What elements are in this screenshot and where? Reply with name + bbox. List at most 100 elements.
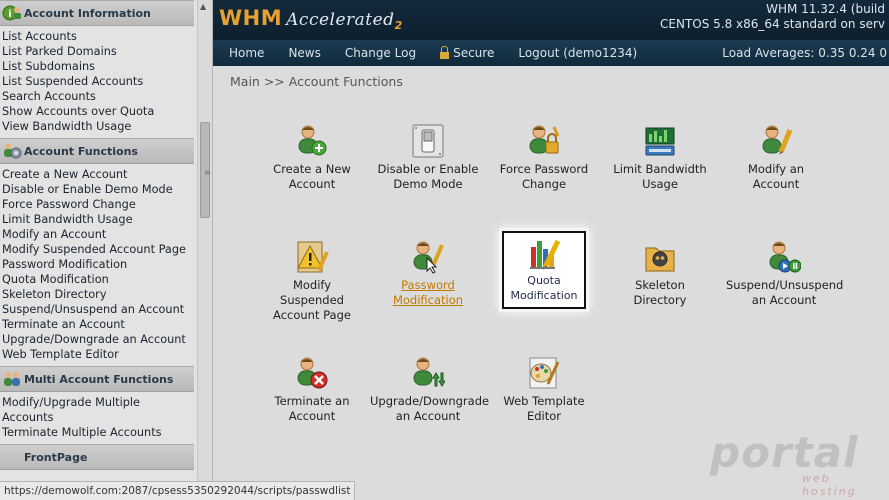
tile-create-account[interactable]: Create a New Account bbox=[254, 124, 370, 192]
tile-demo-mode[interactable]: Disable or Enable Demo Mode bbox=[370, 124, 486, 192]
user-add-icon bbox=[295, 124, 329, 158]
tile-line: Terminate an bbox=[274, 394, 350, 408]
link-web-template-editor[interactable]: Web Template Editor bbox=[2, 347, 212, 362]
user-pause-icon bbox=[767, 240, 802, 274]
tile-line: Create a New bbox=[273, 162, 351, 176]
link-password-modification[interactable]: Password Modification bbox=[2, 257, 212, 272]
section-header-frontpage[interactable]: FrontPage bbox=[0, 444, 194, 470]
link-create-account[interactable]: Create a New Account bbox=[2, 167, 212, 182]
link-terminate-multiple[interactable]: Terminate Multiple Accounts bbox=[2, 425, 212, 440]
link-force-password[interactable]: Force Password Change bbox=[2, 197, 212, 212]
section-header-account-functions[interactable]: Account Functions bbox=[0, 138, 194, 164]
tile-line: an Account bbox=[395, 409, 461, 423]
link-list-subdomains[interactable]: List Subdomains bbox=[2, 59, 212, 74]
tile-line: Upgrade/Downgrade bbox=[370, 394, 490, 408]
link-view-bandwidth-usage[interactable]: View Bandwidth Usage bbox=[2, 119, 212, 134]
tile-line: Modification bbox=[510, 289, 578, 302]
link-modify-upgrade-multiple[interactable]: Modify/Upgrade Multiple bbox=[2, 395, 212, 410]
server-os: CENTOS 5.8 x86_64 standard on serv bbox=[660, 17, 885, 31]
tile-line: Directory bbox=[633, 293, 687, 307]
tile-quota-modification[interactable]: Quota Modification bbox=[502, 231, 586, 309]
tile-line: Web Template bbox=[503, 394, 585, 408]
tile-web-template-editor[interactable]: Web Template Editor bbox=[486, 356, 602, 424]
tile-modify-account[interactable]: Modify an Account bbox=[718, 124, 834, 192]
section-header-multi-account-functions[interactable]: Multi Account Functions bbox=[0, 366, 194, 392]
info-icon: i bbox=[2, 3, 22, 23]
tile-line: Change bbox=[521, 177, 567, 191]
section-header-account-information[interactable]: i Account Information bbox=[0, 0, 194, 26]
logo-accelerated: Accelerated bbox=[286, 10, 395, 30]
section-title: FrontPage bbox=[24, 450, 88, 464]
tile-line: Suspend/Unsuspend bbox=[726, 278, 844, 292]
tile-line: Modify bbox=[292, 278, 332, 292]
nav-logout[interactable]: Logout (demo1234) bbox=[518, 46, 637, 60]
whm-logo[interactable]: WHM Accelerated2 bbox=[219, 6, 403, 32]
nav-news[interactable]: News bbox=[288, 46, 320, 60]
tile-password-modification[interactable]: Password Modification bbox=[370, 240, 486, 308]
nav-home[interactable]: Home bbox=[229, 46, 264, 60]
link-limit-bandwidth[interactable]: Limit Bandwidth Usage bbox=[2, 212, 212, 227]
link-suspend-account[interactable]: Suspend/Unsuspend an Account bbox=[2, 302, 212, 317]
header: WHM Accelerated2 WHM 11.32.4 (build CENTO… bbox=[213, 0, 889, 40]
tile-line: Editor bbox=[526, 409, 562, 423]
tile-line: Usage bbox=[642, 177, 678, 191]
bandwidth-icon bbox=[643, 124, 677, 158]
warning-edit-icon bbox=[295, 240, 329, 274]
user-edit-icon bbox=[759, 124, 793, 158]
link-list-parked-domains[interactable]: List Parked Domains bbox=[2, 44, 212, 59]
account-functions-links: Create a New Account Disable or Enable D… bbox=[0, 164, 212, 366]
link-demo-mode[interactable]: Disable or Enable Demo Mode bbox=[2, 182, 212, 197]
tile-force-password[interactable]: Force Password Change bbox=[486, 124, 602, 192]
users-gear-icon bbox=[2, 141, 22, 161]
users-group-icon bbox=[2, 369, 22, 389]
tile-line: Account bbox=[752, 177, 800, 191]
sidebar: i Account Information List Accounts List… bbox=[0, 0, 213, 500]
section-title: Account Information bbox=[24, 6, 151, 20]
tile-line: Account bbox=[288, 177, 336, 191]
sidebar-scrollbar[interactable]: ▲ ≡ ▼ bbox=[197, 0, 212, 500]
tile-line: Modify an bbox=[747, 162, 805, 176]
user-delete-icon bbox=[295, 356, 329, 390]
top-nav: Home News Change Log Secure Logout (demo… bbox=[213, 40, 889, 66]
link-list-accounts[interactable]: List Accounts bbox=[2, 29, 212, 44]
tile-limit-bandwidth[interactable]: Limit Bandwidth Usage bbox=[602, 124, 718, 192]
nav-secure-label: Secure bbox=[453, 46, 495, 60]
tile-skeleton-directory[interactable]: Skeleton Directory bbox=[602, 240, 718, 308]
logo-main: WHM bbox=[219, 6, 283, 30]
whm-version: WHM 11.32.4 (build bbox=[766, 2, 885, 16]
link-upgrade-downgrade[interactable]: Upgrade/Downgrade an Account bbox=[2, 332, 212, 347]
tile-line: Modification bbox=[392, 293, 464, 307]
tile-suspend-account[interactable]: Suspend/Unsuspend an Account bbox=[726, 240, 844, 308]
scroll-up-icon[interactable]: ▲ bbox=[200, 2, 206, 11]
section-title: Account Functions bbox=[24, 144, 138, 158]
nav-secure[interactable]: Secure bbox=[440, 45, 495, 60]
link-modify-account[interactable]: Modify an Account bbox=[2, 227, 212, 242]
user-updown-icon bbox=[411, 356, 446, 390]
tile-line: an Account bbox=[751, 293, 817, 307]
tile-terminate-account[interactable]: Terminate an Account bbox=[254, 356, 370, 424]
multi-account-links: Modify/Upgrade Multiple Accounts Termina… bbox=[0, 392, 212, 444]
tile-line: Suspended bbox=[280, 293, 344, 307]
skull-folder-icon bbox=[643, 240, 677, 274]
nav-change-log[interactable]: Change Log bbox=[345, 46, 416, 60]
tile-upgrade-downgrade[interactable]: Upgrade/Downgrade an Account bbox=[370, 356, 490, 424]
tile-modify-suspended[interactable]: Modify Suspended Account Page bbox=[254, 240, 370, 323]
link-skeleton-directory[interactable]: Skeleton Directory bbox=[2, 287, 212, 302]
section-title: Multi Account Functions bbox=[24, 372, 174, 386]
tile-line: Account bbox=[288, 409, 336, 423]
watermark-logo: portal bbox=[710, 428, 859, 477]
link-search-accounts[interactable]: Search Accounts bbox=[2, 89, 212, 104]
link-list-suspended-accounts[interactable]: List Suspended Accounts bbox=[2, 74, 212, 89]
load-averages: Load Averages: 0.35 0.24 0 bbox=[722, 46, 887, 60]
link-quota-modification[interactable]: Quota Modification bbox=[2, 272, 212, 287]
logo-version-mark: 2 bbox=[394, 19, 403, 32]
palette-icon bbox=[527, 356, 561, 390]
lock-icon bbox=[440, 45, 450, 59]
link-modify-suspended-page[interactable]: Modify Suspended Account Page bbox=[2, 242, 212, 257]
link-modify-upgrade-multiple-cont[interactable]: Accounts bbox=[2, 410, 212, 425]
link-terminate-account[interactable]: Terminate an Account bbox=[2, 317, 212, 332]
grip-icon: ≡ bbox=[204, 168, 211, 177]
tile-line: Limit Bandwidth bbox=[613, 162, 707, 176]
scrollbar-thumb[interactable]: ≡ bbox=[200, 122, 211, 218]
link-show-accounts-over-quota[interactable]: Show Accounts over Quota bbox=[2, 104, 212, 119]
